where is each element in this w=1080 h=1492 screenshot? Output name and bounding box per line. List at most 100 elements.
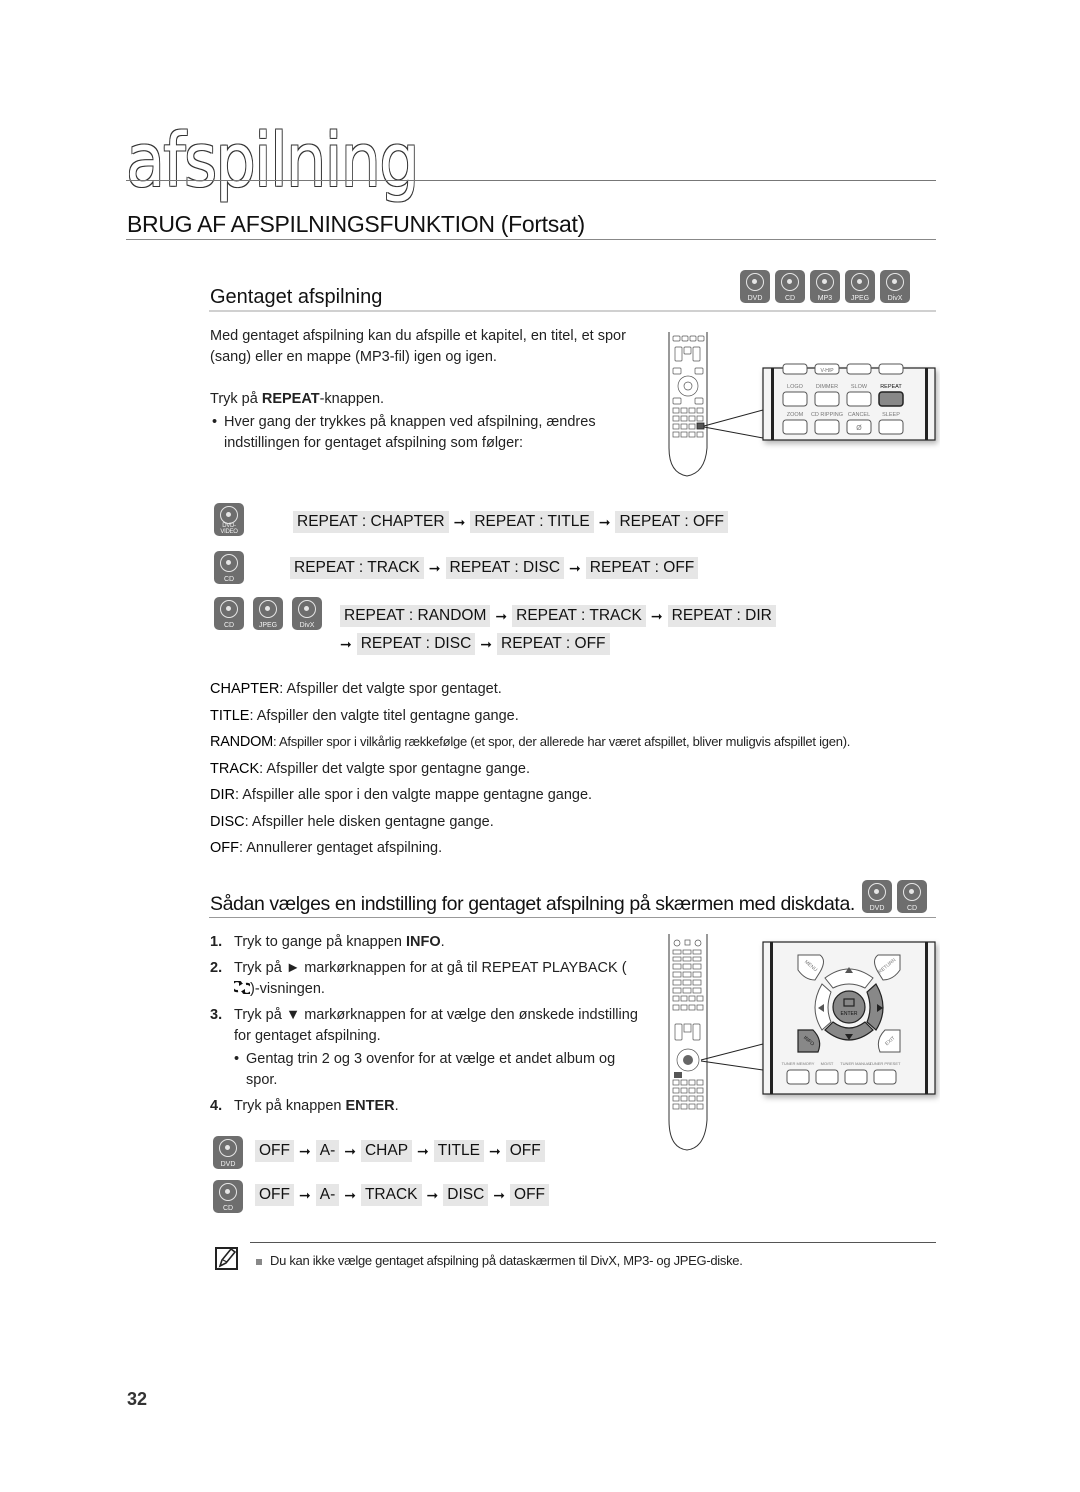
step-3: 3. Tryk på ▼ markørknappen for at vælge … xyxy=(210,1005,640,1091)
remote-zoom-panel: ENTER INFO MENU RETURN EXIT TUNER MEMORY… xyxy=(762,941,936,1095)
sequence-step: DISC xyxy=(443,1184,489,1206)
subsection-title-onscreen: Sådan vælges en indstilling for gentaget… xyxy=(210,893,855,915)
section-title: BRUG AF AFSPILNINGSFUNKTION (Fortsat) xyxy=(127,211,585,237)
key-label-repeat: REPEAT xyxy=(880,384,902,390)
arrow-icon: ➞ xyxy=(495,607,508,624)
disc-glyph xyxy=(868,883,886,901)
note-content: Du kan ikke vælge gentaget afspilning på… xyxy=(270,1253,743,1268)
disc-icon-dvd: DVD xyxy=(213,1136,243,1169)
arrow-icon: ➞ xyxy=(340,635,352,652)
sequence-step: OFF xyxy=(255,1140,294,1162)
sequence-row: OFF ➞ A- ➞ TRACK ➞ DISC ➞ OFF xyxy=(255,1184,550,1206)
key-label-dimmer: DIMMER xyxy=(816,384,838,390)
step-text-end: . xyxy=(440,934,445,950)
disc-glyph xyxy=(781,273,799,291)
sequence-step: REPEAT : OFF xyxy=(497,633,610,655)
sequence-disc-icons: CD JPEG DivX xyxy=(214,597,322,630)
subbullet-text: Gentag trin 2 og 3 ovenfor for at vælge … xyxy=(246,1051,616,1088)
step-text-end: . xyxy=(394,1098,399,1114)
chapter-title: afspilning xyxy=(126,118,420,204)
step-text: Tryk på ► markørknappen for at gå til RE… xyxy=(234,960,627,976)
bullet-text: Hver gang der trykkes på knappen ved afs… xyxy=(224,414,596,451)
disc-label: MP3 xyxy=(817,295,833,302)
arrow-icon: ➞ xyxy=(299,1186,311,1203)
press-prefix: Tryk på xyxy=(210,391,262,407)
sequence-step: REPEAT : OFF xyxy=(615,511,728,533)
disc-label: CD xyxy=(223,576,235,583)
definition-text: : Afspiller hele disken gentagne gange. xyxy=(244,813,494,830)
sequence-step: REPEAT : OFF xyxy=(585,557,699,579)
sequence-line: OFF ➞ A- ➞ CHAP ➞ TITLE ➞ OFF xyxy=(255,1140,545,1162)
disc-glyph xyxy=(851,273,869,291)
definition-random: RANDOM: Afspiller spor i vilkårlig række… xyxy=(210,729,850,756)
sequence-disc-icons: CD xyxy=(214,551,244,584)
sequence-step: A- xyxy=(315,1184,340,1206)
arrow-icon: ➞ xyxy=(598,513,611,530)
arrow-icon: ➞ xyxy=(417,1142,429,1159)
remote-illustration-repeat: V-H/P LOGO DIMMER SLOW REPEAT ZOOM CD RI… xyxy=(668,332,936,477)
definition-off: OFF: Annullerer gentaget afspilning. xyxy=(210,835,850,862)
disc-glyph xyxy=(886,273,904,291)
disc-label: CD xyxy=(906,905,918,912)
arrow-icon: ➞ xyxy=(493,1186,506,1203)
step-text: Tryk to gange på knappen xyxy=(234,934,406,950)
disc-icon-cd: CD xyxy=(775,270,805,303)
disc-label: DVD xyxy=(220,1161,236,1168)
remote-zoom-panel: V-H/P LOGO DIMMER SLOW REPEAT ZOOM CD RI… xyxy=(762,363,936,441)
note-rule xyxy=(250,1242,936,1243)
sequence-step: OFF xyxy=(255,1184,294,1206)
step-1: 1. Tryk to gange på knappen INFO. xyxy=(210,932,640,953)
intro-text: Med gentaget afspilning kan du afspille … xyxy=(210,328,626,365)
disc-glyph xyxy=(259,600,277,618)
definition-text: : Afspiller det valgte spor gentagne gan… xyxy=(259,760,531,777)
disc-glyph xyxy=(220,506,238,524)
key-label-logo: LOGO xyxy=(787,384,804,390)
repeat-icon xyxy=(230,980,254,995)
sequence-step: REPEAT : CHAPTER xyxy=(293,511,449,533)
sequence-disc-icons: CD xyxy=(213,1180,243,1213)
step-4: 4. Tryk på knappen ENTER. xyxy=(210,1096,640,1117)
arrow-icon: ➞ xyxy=(428,559,441,576)
arrow-icon: ➞ xyxy=(344,1142,356,1159)
step-list: 1. Tryk to gange på knappen INFO. 2. Try… xyxy=(210,932,640,1122)
key-label-slow: SLOW xyxy=(851,384,868,390)
step-2: 2. Tryk på ► markørknappen for at gå til… xyxy=(210,958,640,1000)
disc-icon-cd: CD xyxy=(897,880,927,913)
press-instruction: Tryk på REPEAT-knappen. xyxy=(210,389,384,410)
step-text: Tryk på knappen xyxy=(234,1098,346,1114)
remote-illustration-info: ENTER INFO MENU RETURN EXIT TUNER MEMORY… xyxy=(668,934,936,1151)
page-number: 32 xyxy=(127,1389,148,1409)
step-text-end: )-visningen. xyxy=(250,981,325,997)
sequence-step: REPEAT : TITLE xyxy=(470,511,594,533)
key-label-cancel: CANCEL xyxy=(848,412,870,418)
disc-icon-dvd-video: DVD-VIDEO xyxy=(214,503,244,536)
bullet-item: • Hver gang der trykkes på knappen ved a… xyxy=(212,412,642,454)
definition-disc: DISC: Afspiller hele disken gentagne gan… xyxy=(210,809,850,836)
disc-glyph xyxy=(220,554,238,572)
sequence-step: REPEAT : RANDOM xyxy=(340,605,491,627)
sequence-line: ➞ REPEAT : DISC ➞ REPEAT : OFF xyxy=(340,633,610,655)
disc-glyph xyxy=(298,600,316,618)
subsection-rule xyxy=(209,310,936,312)
disc-label: JPEG xyxy=(258,622,278,629)
disc-icon-divx: DivX xyxy=(292,597,322,630)
definition-text: : Annullerer gentaget afspilning. xyxy=(239,840,443,856)
sequence-line: REPEAT : TRACK ➞ REPEAT : DISC ➞ REPEAT : OF… xyxy=(290,557,699,579)
disc-label: DVD xyxy=(869,905,885,912)
disc-glyph xyxy=(816,273,834,291)
disc-icon-group: DVD CD MP3 JPEG DivX xyxy=(740,270,910,303)
bullet-dot: • xyxy=(212,414,218,430)
disc-icon-jpeg: JPEG xyxy=(845,270,875,303)
press-suffix: -knappen. xyxy=(319,391,385,407)
disc-glyph xyxy=(219,1183,237,1201)
step-number: 1. xyxy=(210,934,223,950)
note-icon xyxy=(215,1247,238,1270)
definition-text: : Afspiller den valgte titel gentagne ga… xyxy=(249,707,519,724)
disc-icon-cd: CD xyxy=(214,551,244,584)
key-label-cd-ripping: CD RIPPING xyxy=(811,412,843,418)
key-label-tuner-preset: TUNER PRESET xyxy=(870,1061,901,1066)
sequence-step: TITLE xyxy=(433,1140,484,1162)
subsection-title-repeat: Gentaget afspilning xyxy=(210,286,383,308)
key-label-zoom: ZOOM xyxy=(787,412,804,418)
arrow-icon: ➞ xyxy=(453,513,466,530)
